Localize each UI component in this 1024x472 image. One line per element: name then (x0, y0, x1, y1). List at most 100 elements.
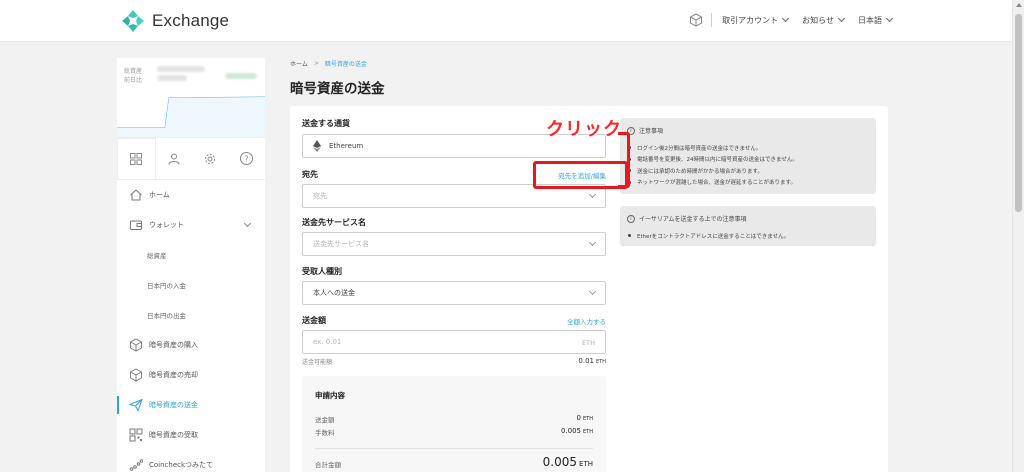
summary-send-value: 0 ETH (577, 414, 593, 422)
tab-dashboard[interactable] (117, 138, 156, 179)
sidebar-item-crypto-buy[interactable]: 暗号資産の購入 (117, 330, 265, 360)
summary-title: 申請内容 (315, 391, 345, 400)
scroll-up-icon[interactable] (1016, 3, 1022, 7)
notice-list: ログイン後2分間は暗号資産の送金はできません。 電話番号を変更後、24時間以内に… (620, 135, 876, 188)
asset-summary: 総資産 前日比 (117, 58, 265, 138)
sidebar-tabs: ? (117, 138, 265, 180)
svg-text:?: ? (245, 155, 249, 164)
sidebar-item-jpy-deposit[interactable]: 日本円の入金 (117, 270, 265, 300)
sidebar-item-label: 総資産 (147, 252, 167, 260)
recipient-type-select[interactable]: 本人への送金 (302, 281, 606, 305)
cube-icon (130, 338, 142, 352)
sidebar-item-label: 暗号資産の購入 (149, 341, 198, 349)
summary-total-value: 0.005 ETH (543, 455, 593, 469)
available-label: 送金可能額 (302, 359, 333, 366)
info-icon: i (627, 214, 635, 223)
summary-fee-label: 手数料 (315, 429, 335, 437)
service-select[interactable]: 送金先サービス名 (302, 232, 606, 256)
tab-account[interactable] (156, 138, 193, 179)
recipient-type-label: 受取人種別 (302, 267, 342, 276)
breadcrumb-home[interactable]: ホーム (290, 59, 308, 68)
grid-icon (130, 153, 143, 165)
list-item: 送金には承認のため時間がかかる場合があります。 (628, 165, 876, 177)
available-unit: ETH (596, 359, 606, 365)
cube-icon[interactable] (689, 13, 703, 27)
blurred-value (157, 75, 187, 81)
chevron-down-icon (885, 14, 894, 23)
menu-trading-account[interactable]: 取引アカウント (722, 14, 790, 26)
total-assets-label: 総資産 (124, 68, 143, 75)
wallet-icon (130, 220, 142, 230)
summary-send-label: 送金額 (315, 416, 335, 424)
summary-total-number: 0.005 (542, 455, 578, 469)
user-icon (168, 153, 180, 165)
menu-language[interactable]: 日本語 (858, 14, 894, 26)
sidebar-item-label: ウォレット (149, 221, 184, 229)
notice-general: i 注意事項 ログイン後2分間は暗号資産の送金はできません。 電話番号を変更後、… (620, 118, 876, 194)
sidebar-item-label: 日本円の出金 (147, 312, 186, 320)
notice-title: 注意事項 (639, 128, 664, 135)
destination-label: 宛先 (302, 170, 318, 179)
asset-sparkline (117, 96, 265, 137)
summary-send-number: 0 (576, 414, 582, 422)
tab-settings[interactable] (192, 138, 229, 179)
menu-notifications-label: お知らせ (802, 15, 834, 25)
chart-icon (129, 459, 143, 471)
service-label: 送金先サービス名 (302, 218, 366, 227)
scrollbar-thumb[interactable] (1015, 14, 1022, 212)
blurred-change-badge (225, 73, 257, 79)
sidebar-item-label: 暗号資産の売却 (149, 371, 198, 379)
sidebar-item-jpy-withdraw[interactable]: 日本円の出金 (117, 300, 265, 330)
sidebar: 総資産 前日比 ? ホーム ウォレット 総資産 日本円の入金 日本円の出金 暗号… (117, 58, 265, 472)
chevron-down-icon (243, 219, 252, 228)
currency-value: Ethereum (329, 142, 364, 150)
sidebar-item-label: 日本円の入金 (147, 282, 186, 290)
summary-fee-unit: ETH (583, 429, 593, 435)
menu-notifications[interactable]: お知らせ (802, 14, 846, 26)
amount-input[interactable]: ex. 0.01 ETH (302, 330, 606, 354)
list-item: 電話番号を変更後、24時間以内に暗号資産の送金はできません。 (628, 154, 876, 166)
gear-icon (205, 153, 216, 164)
brand-name: Exchange (152, 11, 230, 30)
available-value: 0.01 ETH (578, 357, 606, 365)
enter-full-amount-link[interactable]: 全額入力する (567, 316, 606, 326)
sidebar-item-crypto-sell[interactable]: 暗号資産の売却 (117, 360, 265, 390)
logo-mark-icon (122, 10, 144, 32)
chevron-right-icon: > (313, 60, 319, 67)
available-number: 0.01 (578, 357, 595, 365)
click-annotation-label: クリック (546, 119, 622, 140)
day-change-label: 前日比 (124, 77, 143, 84)
summary-fee-value: 0.005 ETH (561, 427, 593, 435)
send-icon (129, 398, 143, 412)
summary-send-row: 送金額 0 ETH (315, 414, 593, 424)
home-icon (130, 189, 142, 201)
notice-title: イーサリアムを送金する上での注意事項 (639, 216, 747, 223)
request-summary: 申請内容 送金額 0 ETH 手数料 0.005 ETH 合計金額 0.005 ETH (302, 376, 606, 472)
annotation-highlight-box (533, 161, 628, 189)
breadcrumb: ホーム > 暗号資産の送金 (290, 59, 367, 68)
list-item: ネットワークが混雑した場合、送金が遅延することがあります。 (628, 177, 876, 189)
ethereum-icon (313, 140, 321, 152)
brand-logo[interactable]: Exchange (121, 9, 229, 33)
available-amount: 送金可能額 0.01 ETH (302, 357, 606, 366)
service-placeholder: 送金先サービス名 (313, 240, 369, 248)
menu-language-label: 日本語 (858, 15, 882, 25)
list-item: Etherをコントラクトアドレスに送金することはできません。 (628, 230, 876, 242)
sidebar-item-home[interactable]: ホーム (117, 180, 265, 210)
sidebar-item-crypto-receive[interactable]: 暗号資産の受取 (117, 420, 265, 450)
cube-icon (130, 368, 142, 382)
sidebar-item-wallet[interactable]: ウォレット (117, 210, 265, 240)
header-divider (711, 13, 713, 27)
sidebar-item-total-assets[interactable]: 総資産 (117, 240, 265, 270)
scrollbar[interactable] (1012, 0, 1024, 472)
chevron-down-icon (837, 14, 846, 23)
tab-help[interactable]: ? (229, 138, 266, 179)
help-icon: ? (240, 152, 254, 165)
notice-header: i 注意事項 (620, 118, 876, 135)
amount-label: 送金額 (302, 316, 326, 325)
chevron-down-icon (588, 238, 597, 247)
sidebar-item-tsumitate[interactable]: Coincheckつみたて (117, 450, 265, 472)
sidebar-item-crypto-send[interactable]: 暗号資産の送金 (117, 390, 265, 420)
amount-placeholder: ex. 0.01 (313, 338, 342, 346)
amount-unit: ETH (582, 339, 595, 347)
